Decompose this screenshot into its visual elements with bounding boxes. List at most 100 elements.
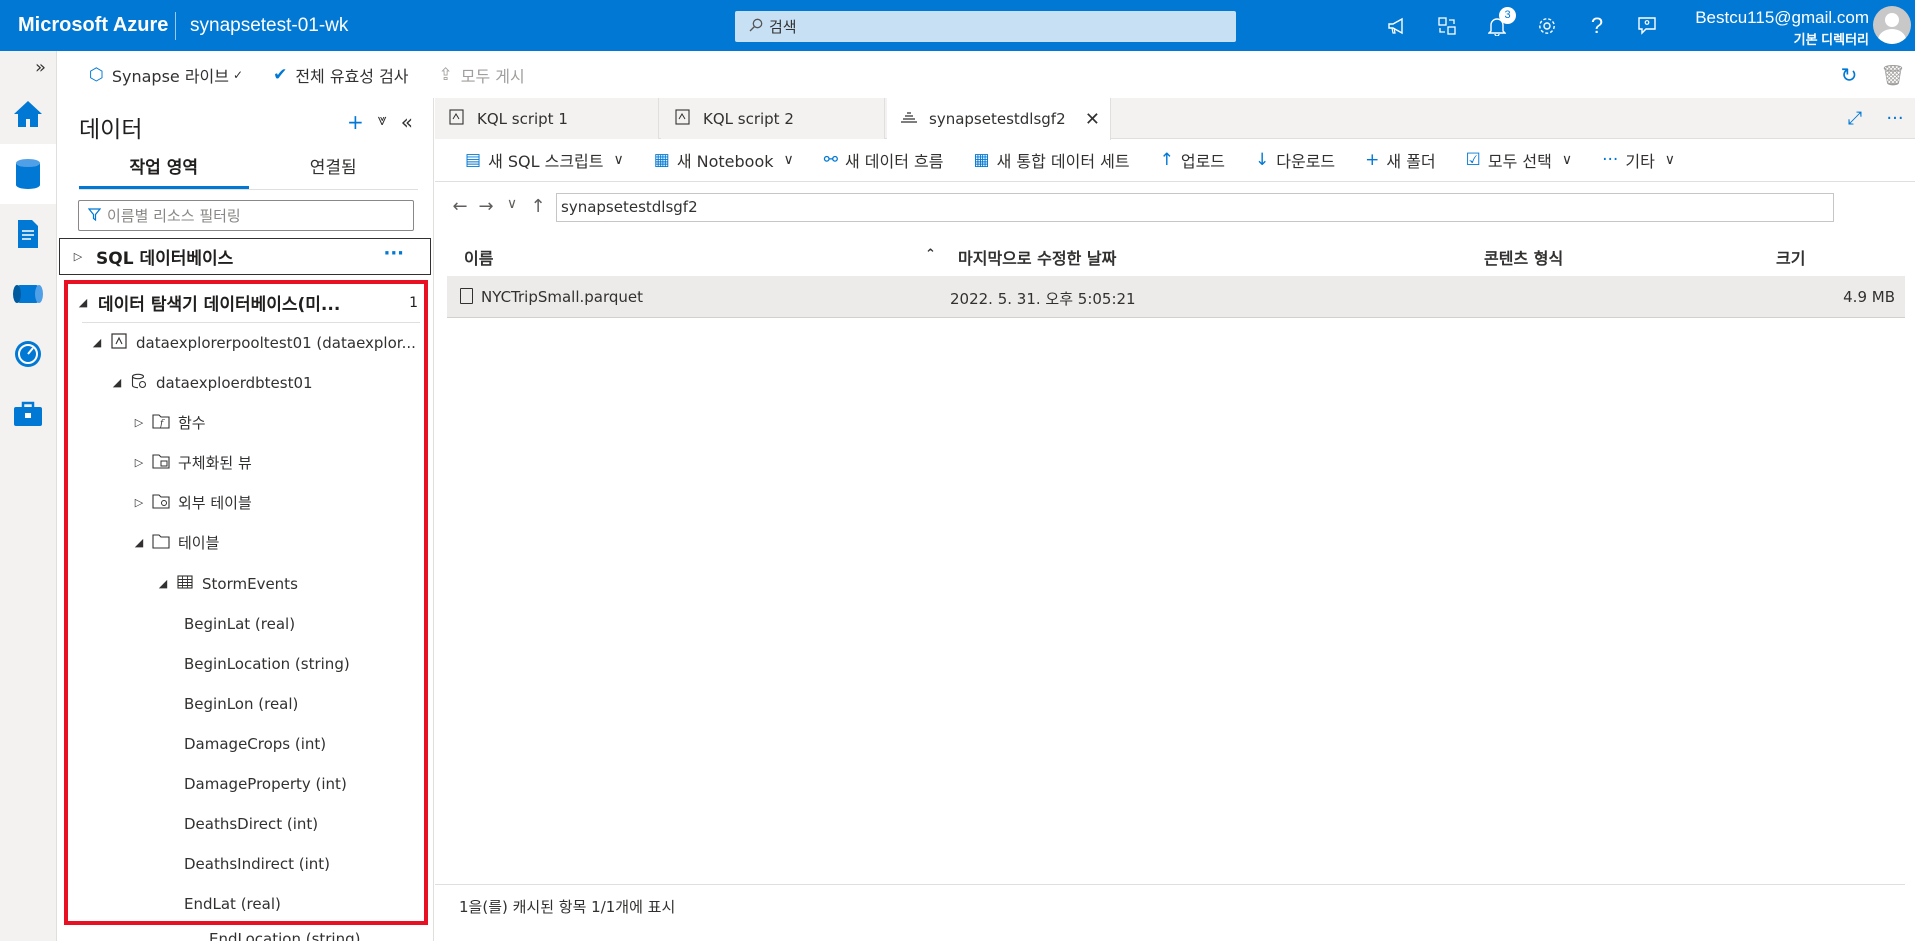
pool-node[interactable]: ◢ dataexplorerpooltest01 (dataexplor... bbox=[88, 326, 416, 359]
toolbox-icon bbox=[14, 401, 42, 426]
more-button[interactable]: ··· 기타 ∨ bbox=[1602, 148, 1675, 172]
data-explorer-pane: 데이터 + ⩔ « 작업 영역 연결됨 이름별 리소스 필터링 ▷ SQL 데이… bbox=[57, 98, 434, 941]
back-arrow-icon[interactable]: ← bbox=[447, 196, 473, 217]
account-info[interactable]: Bestcu115@gmail.com 기본 디렉터리 bbox=[1695, 8, 1869, 48]
user-email: Bestcu115@gmail.com bbox=[1695, 8, 1869, 27]
col-header-name[interactable]: 이름 bbox=[464, 245, 493, 269]
external-tables-label: 외부 테이블 bbox=[178, 494, 252, 512]
sql-databases-node[interactable]: ▷ SQL 데이터베이스 ··· bbox=[59, 238, 431, 275]
column-item-partial[interactable]: EndLocation (string) bbox=[209, 928, 360, 941]
resource-filter-input[interactable]: 이름별 리소스 필터링 bbox=[78, 200, 414, 231]
tab-kql-script-1[interactable]: KQL script 1 bbox=[435, 98, 659, 139]
col-header-size[interactable]: 크기 bbox=[1776, 245, 1805, 269]
new-dataflow-button[interactable]: ⚯ 새 데이터 흐름 bbox=[824, 148, 944, 172]
settings-gear-icon[interactable] bbox=[1522, 0, 1572, 51]
column-item[interactable]: DamageCrops (int) bbox=[184, 727, 326, 760]
forward-arrow-icon[interactable]: → bbox=[473, 196, 499, 217]
synapse-live-dropdown[interactable]: ⬡ Synapse 라이브 ✓ bbox=[89, 63, 243, 87]
expand-rail-icon[interactable]: » bbox=[0, 51, 56, 84]
materialized-views-node[interactable]: ▷ 구체화된 뷰 bbox=[130, 446, 252, 479]
rail-home[interactable] bbox=[0, 84, 56, 144]
feedback-icon[interactable] bbox=[1622, 0, 1672, 51]
new-notebook-button[interactable]: ▦ 새 Notebook ∨ bbox=[654, 148, 794, 172]
tab-linked[interactable]: 연결됨 bbox=[249, 150, 419, 189]
rail-develop[interactable] bbox=[0, 204, 56, 264]
notebook-icon: ▦ bbox=[653, 150, 670, 170]
kusto-pool-icon bbox=[106, 332, 132, 353]
avatar[interactable] bbox=[1873, 6, 1911, 44]
collapse-arrow-icon: ◢ bbox=[78, 296, 88, 309]
maximize-icon[interactable]: ⤢ bbox=[1835, 108, 1875, 129]
column-item[interactable]: DeathsDirect (int) bbox=[184, 807, 318, 840]
close-icon[interactable]: ✕ bbox=[1085, 109, 1100, 130]
column-item[interactable]: BeginLat (real) bbox=[184, 607, 295, 640]
validate-check-icon: ✔ bbox=[273, 64, 288, 85]
up-arrow-icon[interactable]: ↑ bbox=[525, 196, 551, 217]
collapse-pane-icon[interactable]: « bbox=[401, 110, 413, 134]
chevron-down-icon: ∨ bbox=[1664, 152, 1676, 168]
path-bar: ← → ∨ ↑ synapsetestdlsgf2 bbox=[435, 182, 1915, 230]
rail-monitor[interactable] bbox=[0, 324, 56, 384]
help-icon[interactable]: ? bbox=[1572, 0, 1622, 51]
tab-kql-script-2[interactable]: KQL script 2 bbox=[661, 98, 885, 139]
directory-switch-icon[interactable] bbox=[1422, 0, 1472, 51]
upload-button[interactable]: ↑ 업로드 bbox=[1160, 148, 1225, 172]
announcement-icon[interactable] bbox=[1372, 0, 1422, 51]
tree-divider bbox=[82, 322, 420, 323]
column-label: DamageCrops (int) bbox=[184, 734, 327, 753]
column-label: BeginLon (real) bbox=[184, 694, 299, 713]
new-sql-script-button[interactable]: ▤ 새 SQL 스크립트 ∨ bbox=[465, 148, 624, 172]
more-options-icon[interactable]: ··· bbox=[1875, 108, 1915, 129]
col-header-content-type[interactable]: 콘텐츠 형식 bbox=[1484, 245, 1563, 269]
sql-databases-label: SQL 데이터베이스 bbox=[96, 249, 234, 269]
file-list: 이름 ⌃ 마지막으로 수정한 날짜 콘텐츠 형식 크기 NYCTripSmall… bbox=[447, 235, 1905, 318]
column-item[interactable]: BeginLon (real) bbox=[184, 687, 298, 720]
download-button[interactable]: ↓ 다운로드 bbox=[1255, 148, 1335, 172]
tables-node[interactable]: ◢ 테이블 bbox=[130, 526, 219, 559]
column-item[interactable]: DeathsIndirect (int) bbox=[184, 847, 330, 880]
table-name-label: StormEvents bbox=[202, 574, 298, 593]
azure-brand[interactable]: Microsoft Azure bbox=[0, 14, 175, 37]
workspace-name[interactable]: synapsetest-01-wk bbox=[176, 15, 736, 37]
select-all-label: 모두 선택 bbox=[1487, 152, 1552, 171]
notification-badge: 3 bbox=[1499, 7, 1516, 24]
more-actions-icon[interactable]: ··· bbox=[383, 243, 404, 264]
new-notebook-label: 새 Notebook bbox=[676, 152, 774, 171]
tab-workspace[interactable]: 작업 영역 bbox=[79, 150, 249, 189]
functions-node[interactable]: ▷ f 함수 bbox=[130, 406, 206, 439]
path-input[interactable]: synapsetestdlsgf2 bbox=[556, 193, 1834, 222]
tab-synapsetestdlsgf2[interactable]: synapsetestdlsgf2 ✕ bbox=[887, 98, 1111, 140]
column-item[interactable]: DamageProperty (int) bbox=[184, 767, 347, 800]
collapse-arrow-icon: ◢ bbox=[92, 336, 102, 349]
select-all-button[interactable]: ☑ 모두 선택 ∨ bbox=[1466, 148, 1572, 172]
new-integration-dataset-button[interactable]: ▦ 새 통합 데이터 세트 bbox=[974, 148, 1130, 172]
publish-all-button[interactable]: ⇪ 모두 게시 bbox=[439, 63, 525, 87]
rail-integrate[interactable] bbox=[0, 264, 56, 324]
history-chevron-icon[interactable]: ∨ bbox=[499, 196, 525, 217]
new-dataset-label: 새 통합 데이터 세트 bbox=[996, 152, 1130, 171]
database-node[interactable]: ◢ dataexploerdbtest01 bbox=[108, 366, 313, 399]
notifications-bell-icon[interactable]: 3 bbox=[1472, 0, 1522, 51]
table-stormevents-node[interactable]: ◢ StormEvents bbox=[154, 567, 298, 600]
file-name: NYCTripSmall.parquet bbox=[481, 288, 644, 306]
rail-manage[interactable] bbox=[0, 384, 56, 444]
new-folder-button[interactable]: + 새 폴더 bbox=[1365, 148, 1436, 172]
synapse-live-label: Synapse 라이브 bbox=[111, 66, 229, 86]
new-dataflow-label: 새 데이터 흐름 bbox=[845, 152, 944, 171]
column-item[interactable]: BeginLocation (string) bbox=[184, 647, 350, 680]
tab-label: KQL script 1 bbox=[477, 109, 568, 128]
search-box[interactable]: 검색 bbox=[735, 11, 1236, 42]
table-row[interactable]: NYCTripSmall.parquet 2022. 5. 31. 오후 5:0… bbox=[447, 276, 1905, 318]
col-header-modified[interactable]: 마지막으로 수정한 날짜 bbox=[958, 245, 1116, 269]
explorer-db-node[interactable]: ◢ 데이터 탐색기 데이터베이스(미... 1 bbox=[74, 286, 424, 319]
column-item[interactable]: EndLat (real) bbox=[184, 887, 281, 920]
discard-icon[interactable]: 🗑 bbox=[1871, 63, 1915, 87]
external-tables-node[interactable]: ▷ 외부 테이블 bbox=[130, 486, 252, 519]
add-resource-icon[interactable]: + bbox=[347, 110, 364, 134]
rail-data[interactable] bbox=[0, 144, 56, 204]
refresh-icon[interactable]: ↻ bbox=[1827, 63, 1871, 87]
sort-asc-icon[interactable]: ⌃ bbox=[925, 247, 936, 262]
collapse-all-icon[interactable]: ⩔ bbox=[378, 110, 387, 134]
file-size: 4.9 MB bbox=[1843, 288, 1895, 306]
validate-all-button[interactable]: ✔ 전체 유효성 검사 bbox=[273, 63, 408, 87]
